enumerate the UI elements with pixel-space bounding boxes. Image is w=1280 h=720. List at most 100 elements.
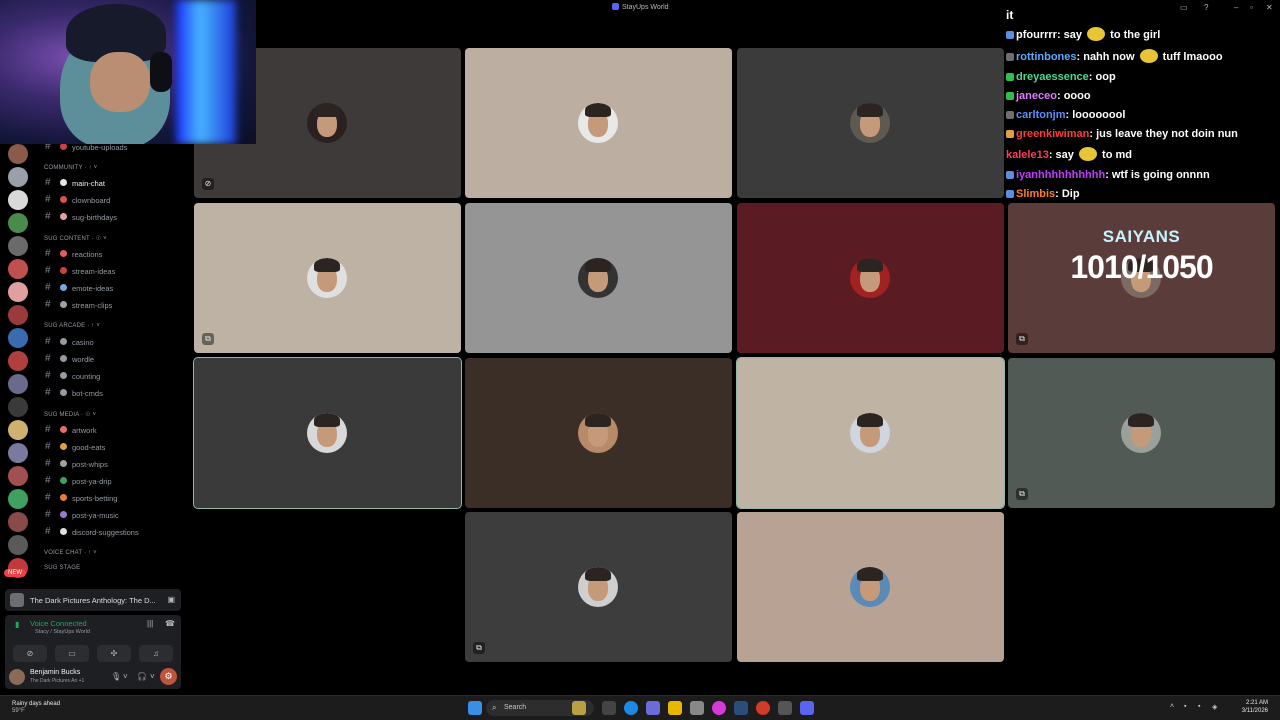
- user-name[interactable]: Benjamin Bucks: [30, 669, 80, 676]
- disconnect-icon[interactable]: ☎: [165, 619, 175, 628]
- participant-avatar[interactable]: [1121, 413, 1161, 453]
- chevron-up-icon[interactable]: ˄: [1170, 703, 1174, 710]
- participant-avatar[interactable]: [578, 103, 618, 143]
- server-icon[interactable]: [8, 374, 28, 394]
- channel-item[interactable]: # reactions: [36, 247, 188, 261]
- server-icon[interactable]: [8, 443, 28, 463]
- server-icon[interactable]: [8, 190, 28, 210]
- headphones-icon[interactable]: 🎧: [137, 672, 147, 681]
- chevron-down-icon[interactable]: ˅: [123, 672, 128, 681]
- channel-item[interactable]: # counting: [36, 369, 188, 383]
- channel-category[interactable]: SUG ARCADE · ↑ ˅: [36, 320, 188, 334]
- server-icon[interactable]: [8, 420, 28, 440]
- channel-item[interactable]: # bot-cmds: [36, 386, 188, 400]
- channel-item[interactable]: # casino: [36, 335, 188, 349]
- server-icon[interactable]: [8, 305, 28, 325]
- participant-avatar[interactable]: [850, 103, 890, 143]
- channel-item[interactable]: # emote-ideas: [36, 281, 188, 295]
- inbox-icon[interactable]: ▭: [1180, 3, 1188, 12]
- channel-item[interactable]: # stream-ideas: [36, 264, 188, 278]
- server-icon[interactable]: [8, 466, 28, 486]
- chevron-down-icon[interactable]: ˅: [150, 672, 155, 681]
- mic-icon[interactable]: 🎙: [111, 672, 121, 681]
- gear-icon[interactable]: ⚙: [160, 668, 177, 685]
- camera-off-button[interactable]: ⊘: [13, 645, 47, 662]
- channel-item[interactable]: # wordle: [36, 352, 188, 366]
- video-tile[interactable]: ⧉: [194, 203, 461, 353]
- channel-item[interactable]: # discord-suggestions: [36, 525, 188, 539]
- video-tile[interactable]: [737, 48, 1004, 198]
- network-icon[interactable]: ◈: [1212, 703, 1217, 711]
- edge-icon[interactable]: [624, 701, 638, 715]
- channel-item[interactable]: # post-ya-music: [36, 508, 188, 522]
- channel-item[interactable]: # main-chat: [36, 176, 188, 190]
- channel-category[interactable]: COMMUNITY · ↑ ˅: [36, 162, 188, 176]
- tray-app-icon[interactable]: ▪: [1184, 703, 1186, 710]
- server-icon[interactable]: [8, 328, 28, 348]
- video-tile[interactable]: [465, 203, 732, 353]
- participant-avatar[interactable]: [850, 258, 890, 298]
- server-icon[interactable]: [8, 144, 28, 164]
- app-icon[interactable]: [778, 701, 792, 715]
- video-tile[interactable]: [465, 48, 732, 198]
- channel-item[interactable]: # sports-betting: [36, 491, 188, 505]
- soundboard-button[interactable]: ♫: [139, 645, 173, 662]
- participant-avatar[interactable]: [578, 258, 618, 298]
- copilot-icon[interactable]: [646, 701, 660, 715]
- new-badge[interactable]: NEW: [4, 569, 26, 577]
- server-icon[interactable]: [8, 489, 28, 509]
- video-tile[interactable]: [736, 357, 1005, 509]
- server-icon[interactable]: [8, 167, 28, 187]
- video-tile[interactable]: [737, 512, 1004, 662]
- video-tile[interactable]: ⧉: [1008, 358, 1275, 508]
- server-icon[interactable]: [8, 397, 28, 417]
- channel-item[interactable]: # post-ya-drip: [36, 474, 188, 488]
- channel-category[interactable]: SUG CONTENT · ☉ ˅: [36, 232, 188, 246]
- minimize-button[interactable]: –: [1234, 3, 1238, 12]
- screen-share-button[interactable]: ▭: [55, 645, 89, 662]
- help-icon[interactable]: ?: [1204, 3, 1208, 12]
- video-tile[interactable]: ⧉: [465, 512, 732, 662]
- tray-app-icon[interactable]: ▪: [1198, 703, 1200, 710]
- channel-item[interactable]: # post-whips: [36, 457, 188, 471]
- channel-category[interactable]: SUG STAGE: [36, 562, 188, 576]
- widget-icon[interactable]: [572, 701, 586, 715]
- activities-button[interactable]: ✣: [97, 645, 131, 662]
- task-view-icon[interactable]: [602, 701, 616, 715]
- noise-suppression-icon[interactable]: |||: [147, 619, 153, 628]
- obs-icon[interactable]: [756, 701, 770, 715]
- video-tile[interactable]: [465, 358, 732, 508]
- participant-avatar[interactable]: [307, 413, 347, 453]
- participant-avatar[interactable]: [578, 413, 618, 453]
- server-icon[interactable]: [8, 213, 28, 233]
- activity-card[interactable]: The Dark Pictures Anthology: The D... ▣: [5, 589, 181, 611]
- windows-start-icon[interactable]: [468, 701, 482, 715]
- channel-item[interactable]: # artwork: [36, 423, 188, 437]
- channel-category[interactable]: VOICE CHAT · ↑ ˅: [36, 547, 188, 561]
- server-icon[interactable]: [8, 512, 28, 532]
- server-icon[interactable]: [8, 535, 28, 555]
- channel-item[interactable]: # stream-clips: [36, 298, 188, 312]
- activity-icon[interactable]: ▣: [167, 595, 175, 604]
- clock[interactable]: 2:21 AM 3/11/2026: [1228, 699, 1268, 715]
- server-icon[interactable]: [8, 282, 28, 302]
- participant-avatar[interactable]: [850, 413, 890, 453]
- avatar[interactable]: [9, 669, 25, 685]
- signal-icon[interactable]: ▮: [15, 620, 19, 629]
- channel-item[interactable]: # good-eats: [36, 440, 188, 454]
- weather-widget[interactable]: Rainy days ahead 59°F: [12, 701, 60, 715]
- close-button[interactable]: ✕: [1266, 3, 1273, 12]
- server-icon[interactable]: [8, 259, 28, 279]
- server-icon[interactable]: [8, 351, 28, 371]
- participant-avatar[interactable]: [850, 567, 890, 607]
- app-icon[interactable]: [712, 701, 726, 715]
- server-icon[interactable]: [8, 236, 28, 256]
- channel-item[interactable]: # sug-birthdays: [36, 210, 188, 224]
- voice-status[interactable]: Voice Connected: [30, 619, 87, 628]
- participant-avatar[interactable]: [307, 258, 347, 298]
- voice-channel[interactable]: Stacy / StayUps World: [35, 629, 90, 635]
- file-explorer-icon[interactable]: [668, 701, 682, 715]
- video-tile[interactable]: [193, 357, 462, 509]
- channel-category[interactable]: SUG MEDIA · ☉ ˅: [36, 408, 188, 422]
- settings-icon[interactable]: [690, 701, 704, 715]
